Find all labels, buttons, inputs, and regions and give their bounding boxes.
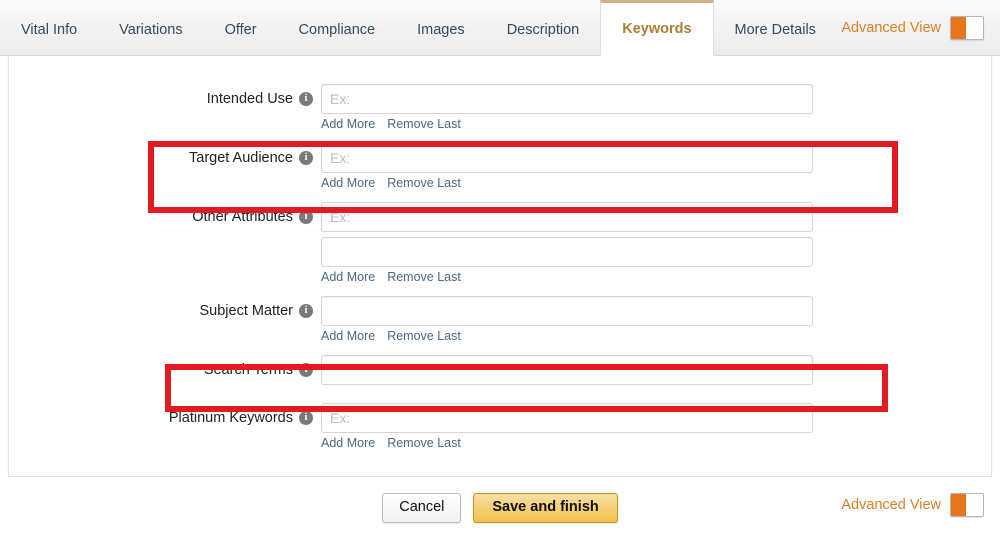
field-links: Add More Remove Last xyxy=(321,329,821,343)
advanced-view-switch-top[interactable] xyxy=(950,16,984,40)
field-label-target-audience: Target Audience i xyxy=(9,143,321,173)
advanced-view-toggle-bottom[interactable]: Advanced View xyxy=(841,493,984,517)
input-target-audience-1[interactable] xyxy=(321,143,813,173)
info-icon[interactable]: i xyxy=(299,151,313,165)
field-inputs: Add More Remove Last xyxy=(321,296,821,343)
advanced-view-label-top: Advanced View xyxy=(841,20,941,36)
advanced-view-toggle-top[interactable]: Advanced View xyxy=(841,16,984,40)
form-row: Subject Matter i Add More Remove Last xyxy=(9,296,993,343)
info-icon[interactable]: i xyxy=(299,210,313,224)
tab-description[interactable]: Description xyxy=(486,0,601,56)
field-links: Add More Remove Last xyxy=(321,176,821,190)
form-row: Other Attributes i Add More Remove Last xyxy=(9,202,993,284)
keywords-panel: Intended UseiAdd MoreRemove LastTarget A… xyxy=(8,56,992,477)
field-label-text: Other Attributes xyxy=(192,209,293,225)
cancel-button[interactable]: Cancel xyxy=(382,492,462,523)
field-links: Add More Remove Last xyxy=(321,117,821,131)
field-label-other-attributes: Other Attributes i xyxy=(9,202,321,232)
field-label-text: Intended Use xyxy=(206,91,293,107)
remove-last-link[interactable]: Remove Last xyxy=(387,329,461,343)
tab-offer[interactable]: Offer xyxy=(204,0,278,56)
field-label-intended-use: Intended Use i xyxy=(9,84,321,114)
info-icon[interactable]: i xyxy=(299,363,313,377)
advanced-view-label-bottom: Advanced View xyxy=(841,497,941,513)
add-more-link[interactable]: Add More xyxy=(321,176,375,190)
tab-more-details[interactable]: More Details xyxy=(714,0,837,56)
form-row: Platinum Keywords i Add More Remove Last xyxy=(9,403,993,450)
form-footer: Cancel Save and finish Advanced View xyxy=(0,477,1000,538)
toggle-knob-icon xyxy=(951,17,966,39)
toggle-track xyxy=(966,494,983,516)
input-platinum-keywords-1[interactable] xyxy=(321,403,813,433)
tab-compliance[interactable]: Compliance xyxy=(278,0,397,56)
field-inputs: Add More Remove Last xyxy=(321,403,821,450)
form-row: Target Audience i Add More Remove Last xyxy=(9,143,993,190)
tab-bar: Vital Info Variations Offer Compliance Image… xyxy=(0,0,1000,56)
field-label-platinum-keywords: Platinum Keywords i xyxy=(9,403,321,433)
field-label-text: Subject Matter xyxy=(199,303,294,319)
remove-last-link[interactable]: Remove Last xyxy=(387,117,461,131)
field-label-text: Platinum Keywords xyxy=(168,410,293,426)
add-more-link[interactable]: Add More xyxy=(321,329,375,343)
toggle-track xyxy=(966,17,983,39)
field-inputs: Add More Remove Last xyxy=(321,84,821,131)
add-more-link[interactable]: Add More xyxy=(321,270,375,284)
info-icon[interactable]: i xyxy=(299,304,313,318)
tab-vital-info[interactable]: Vital Info xyxy=(0,0,98,56)
field-links: Add More Remove Last xyxy=(321,270,821,284)
input-intended-use-1[interactable] xyxy=(321,84,813,114)
field-inputs: Add More Remove Last xyxy=(321,202,821,284)
tab-keywords[interactable]: Keywords xyxy=(600,0,714,56)
remove-last-link[interactable]: Remove Last xyxy=(387,176,461,190)
field-label-text: Target Audience xyxy=(189,150,293,166)
field-label-subject-matter: Subject Matter i xyxy=(9,296,321,326)
tab-images[interactable]: Images xyxy=(396,0,486,56)
keywords-form: Intended UseiAdd MoreRemove LastTarget A… xyxy=(9,56,993,462)
save-and-finish-button[interactable]: Save and finish xyxy=(473,492,618,523)
form-row: Intended Use i Add More Remove Last xyxy=(9,84,993,131)
tab-variations[interactable]: Variations xyxy=(98,0,203,56)
field-label-text: Search Terms xyxy=(203,362,293,378)
remove-last-link[interactable]: Remove Last xyxy=(387,270,461,284)
info-icon[interactable]: i xyxy=(299,411,313,425)
keywords-form-page: Vital Info Variations Offer Compliance Image… xyxy=(0,0,1000,538)
advanced-view-switch-bottom[interactable] xyxy=(950,493,984,517)
add-more-link[interactable]: Add More xyxy=(321,117,375,131)
input-other-attributes-2[interactable] xyxy=(321,237,813,267)
input-other-attributes-1[interactable] xyxy=(321,202,813,232)
field-inputs xyxy=(321,355,821,391)
field-inputs: Add More Remove Last xyxy=(321,143,821,190)
field-label-search-terms: Search Terms i xyxy=(9,355,321,385)
field-links: Add More Remove Last xyxy=(321,436,821,450)
form-row: Search Terms i xyxy=(9,355,993,391)
input-subject-matter-1[interactable] xyxy=(321,296,813,326)
input-search-terms-1[interactable] xyxy=(321,355,813,385)
info-icon[interactable]: i xyxy=(299,92,313,106)
remove-last-link[interactable]: Remove Last xyxy=(387,436,461,450)
add-more-link[interactable]: Add More xyxy=(321,436,375,450)
toggle-knob-icon xyxy=(951,494,966,516)
